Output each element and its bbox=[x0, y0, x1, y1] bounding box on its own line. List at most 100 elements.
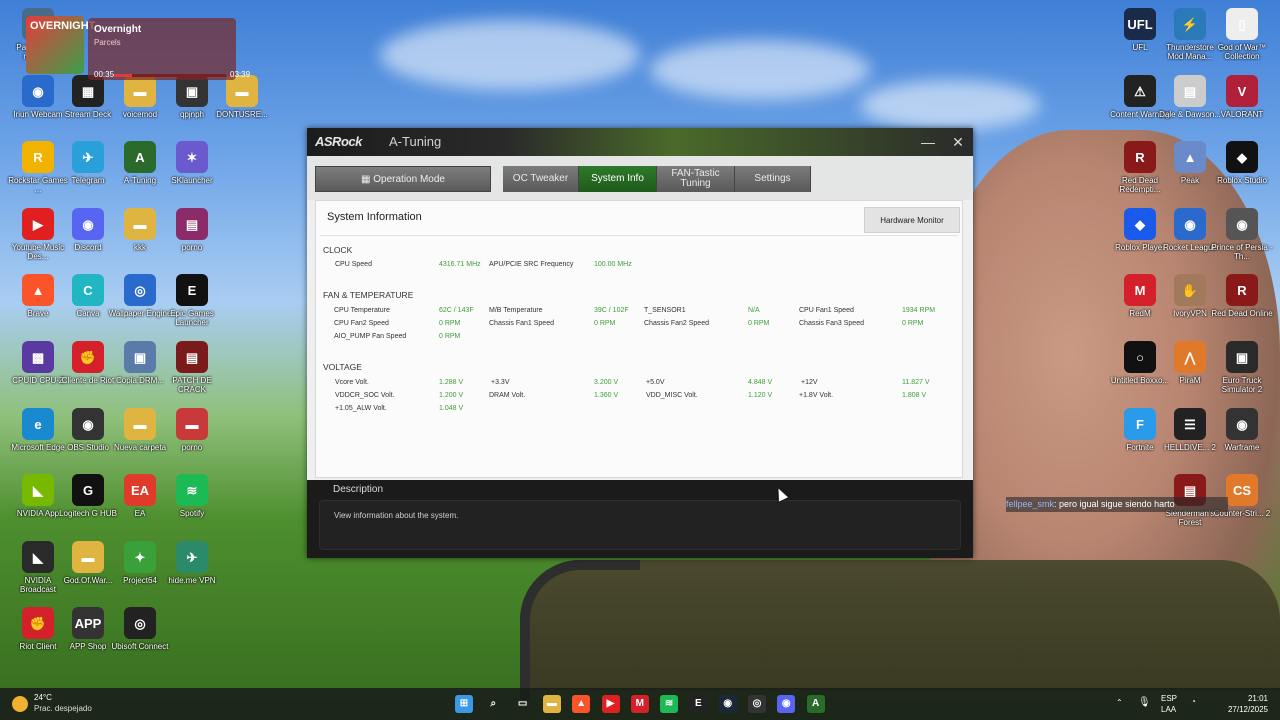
toolbar: ▦ Operation Mode OC Tweaker System Info FA… bbox=[307, 156, 973, 200]
desktop-icon[interactable]: ▬ porno bbox=[160, 408, 224, 452]
a-tuning-icon[interactable]: A bbox=[806, 695, 825, 713]
spotify-icon[interactable]: ≋ bbox=[660, 695, 679, 713]
group-clock: CLOCK bbox=[323, 245, 353, 255]
app-icon: ◉ bbox=[1226, 408, 1258, 440]
epic-games-icon[interactable]: E bbox=[689, 695, 708, 713]
desktop-icon-label: Red Dead Online bbox=[1211, 309, 1273, 318]
app-icon: ▩ bbox=[22, 341, 54, 373]
file-explorer-icon[interactable]: ▬ bbox=[542, 695, 561, 713]
wallpaper-cloud bbox=[380, 20, 640, 90]
weather-description[interactable]: Prac. despejado bbox=[34, 704, 92, 713]
tray-chevron-icon[interactable]: ⌃ bbox=[1116, 698, 1123, 707]
steam-icon[interactable]: ◉ bbox=[718, 695, 737, 713]
app-icon: ▬ bbox=[72, 541, 104, 573]
desktop-icon[interactable]: ▬ DONTUSRE... bbox=[210, 75, 274, 119]
tab-settings[interactable]: Settings bbox=[735, 166, 811, 192]
desktop-icon[interactable]: ◎ Ubisoft Connect bbox=[108, 607, 172, 651]
desktop-icon[interactable]: ◆ Roblox Studio bbox=[1210, 141, 1274, 185]
app-icon: R bbox=[1226, 274, 1258, 306]
reading-label: +1.8V Volt. bbox=[799, 392, 834, 399]
track-artist: Parcels bbox=[94, 38, 121, 47]
search-icon[interactable]: ⌕ bbox=[484, 695, 502, 713]
reading-label: T_SENSOR1 bbox=[644, 307, 686, 314]
desktop-icon[interactable]: E Epic Games Launcher bbox=[160, 274, 224, 327]
reading-value: 39C / 102F bbox=[594, 307, 629, 314]
desktop-icon[interactable]: V VALORANT bbox=[1210, 75, 1274, 119]
desktop-icon[interactable]: R Red Dead Online bbox=[1210, 274, 1274, 318]
reading-value: 0 RPM bbox=[439, 320, 461, 327]
reading-value: 0 RPM bbox=[902, 320, 924, 327]
desktop-icon-label: Euro Truck Simulator 2 bbox=[1221, 376, 1263, 394]
desktop-icon[interactable]: ▣ Euro Truck Simulator 2 bbox=[1210, 341, 1274, 394]
brave-icon[interactable]: ▲ bbox=[572, 695, 591, 713]
weather-temperature[interactable]: 24°C bbox=[34, 693, 52, 702]
app-icon: ▬ bbox=[176, 408, 208, 440]
task-view-icon[interactable]: ▭ bbox=[514, 695, 532, 713]
app-icon: ▶ bbox=[22, 208, 54, 240]
reading-value: 0 RPM bbox=[594, 320, 616, 327]
desktop-icon-label: DONTUSRE... bbox=[216, 110, 268, 119]
app-icon: ▬ bbox=[124, 208, 156, 240]
elapsed-time: 00:35 bbox=[94, 70, 115, 79]
discord-icon[interactable]: ◉ bbox=[777, 695, 796, 713]
app-icon: ✋ bbox=[1174, 274, 1206, 306]
description-panel: Description View information about the s… bbox=[307, 480, 973, 558]
app-icon: ⚠ bbox=[1124, 75, 1156, 107]
reading-value: 0 RPM bbox=[748, 320, 770, 327]
desktop-icon[interactable]: ✈ hide.me VPN bbox=[160, 541, 224, 585]
app-icon: ◉ bbox=[1226, 208, 1258, 240]
desktop-icon-label: porno bbox=[181, 243, 203, 252]
app-icon: ✦ bbox=[124, 541, 156, 573]
hardware-monitor-button[interactable]: Hardware Monitor bbox=[864, 207, 960, 233]
start-icon[interactable]: ⊞ bbox=[455, 695, 473, 713]
reading-label: VDDCR_SOC Volt. bbox=[335, 392, 395, 399]
desktop-icon[interactable]: ▯ God of War™ Collection bbox=[1210, 8, 1274, 61]
tab-oc-tweaker[interactable]: OC Tweaker bbox=[503, 166, 579, 192]
desktop-icon[interactable]: ≋ Spotify bbox=[160, 474, 224, 518]
app-icon: APP bbox=[72, 607, 104, 639]
taskbar: 24°C Prac. despejado ⊞ ⌕ ▭ ▬ ▲ ▶ M ≋ E ◉ ◎ ◉ A ⌃ 🎙 E… bbox=[0, 688, 1280, 720]
group-fan-temperature: FAN & TEMPERATURE bbox=[323, 290, 414, 300]
app-icon: ✶ bbox=[176, 141, 208, 173]
reading-label: Chassis Fan3 Speed bbox=[799, 320, 864, 327]
reading-value: 1934 RPM bbox=[902, 307, 936, 314]
desktop-icon[interactable]: ◉ Warframe bbox=[1210, 408, 1274, 452]
app-icon: ◎ bbox=[124, 274, 156, 306]
app-icon: ≋ bbox=[176, 474, 208, 506]
close-button[interactable]: ✕ bbox=[947, 131, 969, 153]
app-icon: ◣ bbox=[22, 541, 54, 573]
reading-value: 62C / 143F bbox=[439, 307, 474, 314]
desktop-icon[interactable]: ▤ porno bbox=[160, 208, 224, 252]
youtube-music-icon[interactable]: ▶ bbox=[601, 695, 620, 713]
redm-icon[interactable]: M bbox=[630, 695, 649, 713]
clock-time[interactable]: 21:01 bbox=[1222, 694, 1268, 703]
title-bar[interactable]: ASRock A-Tuning — ✕ bbox=[307, 128, 973, 156]
app-icon: ✈ bbox=[72, 141, 104, 173]
desktop-icon[interactable]: ◉ Prince of Persia - Th... bbox=[1210, 208, 1274, 261]
reading-label: +12V bbox=[801, 379, 818, 386]
reading-value: 4316.71 MHz bbox=[439, 261, 481, 268]
clock-date[interactable]: 27/12/2025 bbox=[1222, 705, 1268, 714]
system-info-panel: System Information Hardware Monitor CLOC… bbox=[315, 200, 963, 478]
minimize-button[interactable]: — bbox=[917, 131, 939, 153]
desktop-icon-label: Warframe bbox=[1224, 443, 1260, 452]
reading-label: CPU Speed bbox=[335, 261, 372, 268]
reading-label: DRAM Volt. bbox=[489, 392, 526, 399]
desktop-icon[interactable]: ▤ PATCH DE CRACK bbox=[160, 341, 224, 394]
language-secondary[interactable]: LAA bbox=[1161, 705, 1176, 714]
app-icon: ▣ bbox=[1226, 341, 1258, 373]
chat-user: fellpee_smk bbox=[1006, 499, 1055, 509]
reading-label: +5.0V bbox=[646, 379, 665, 386]
obs-icon[interactable]: ◎ bbox=[748, 695, 766, 713]
app-icon: e bbox=[22, 408, 54, 440]
operation-mode-button[interactable]: ▦ Operation Mode bbox=[315, 166, 491, 192]
network-icon[interactable]: ◔ bbox=[1191, 697, 1196, 706]
tab-fan-tastic-tuning[interactable]: FAN-Tastic Tuning bbox=[657, 166, 735, 192]
language-primary[interactable]: ESP bbox=[1161, 694, 1177, 703]
tab-system-info[interactable]: System Info bbox=[579, 166, 657, 192]
weather-icon[interactable] bbox=[12, 696, 28, 712]
microphone-icon[interactable]: 🎙 bbox=[1138, 697, 1151, 708]
reading-label: Chassis Fan2 Speed bbox=[644, 320, 709, 327]
desktop-icon[interactable]: ✶ SKlauncher bbox=[160, 141, 224, 185]
grid-icon: ▦ bbox=[361, 174, 374, 185]
